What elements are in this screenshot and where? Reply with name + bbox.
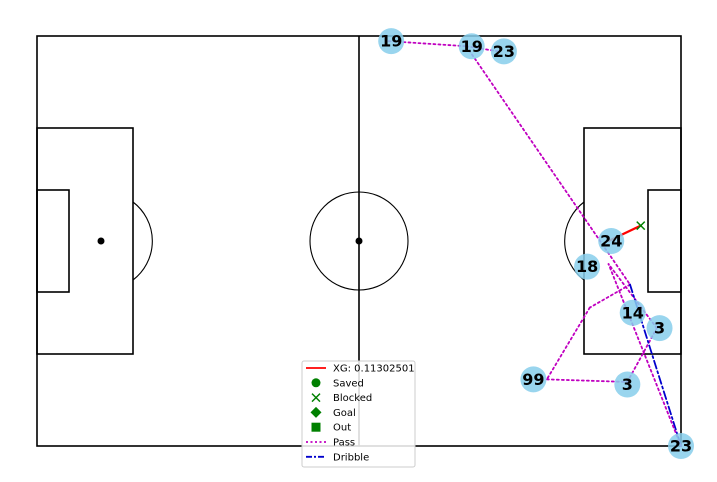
player-label-5: 14 [622, 303, 644, 322]
blocked-marker [636, 221, 646, 231]
legend-label-1: Saved [333, 378, 364, 389]
left-six-yard-box [36, 189, 70, 293]
player-label-1: 19 [461, 37, 483, 56]
player-label-7: 99 [522, 370, 544, 389]
legend-label-0: XG: 0.11302501 [333, 364, 415, 375]
legend-swatch-saved [311, 378, 321, 388]
player-label-9: 23 [670, 437, 692, 456]
left-penalty-spot [97, 237, 105, 245]
left-penalty-area [36, 127, 134, 355]
player-label-2: 23 [493, 42, 515, 61]
legend-label-6: Dribble [333, 452, 369, 463]
player-label-3: 24 [600, 232, 622, 251]
legend-label-3: Goal [333, 408, 356, 419]
right-six-yard-box [647, 189, 682, 293]
legend-label-5: Pass [333, 438, 355, 449]
legend: XG: 0.11302501 Saved Blocked Goal Out Pass Dri… [301, 360, 416, 468]
legend-label-2: Blocked [333, 393, 372, 404]
player-label-6: 3 [654, 319, 665, 338]
legend-swatch-out [311, 422, 321, 432]
player-label-8: 3 [622, 375, 633, 394]
player-label-0: 19 [380, 32, 402, 51]
legend-label-4: Out [333, 423, 351, 434]
shot-outcome [636, 221, 646, 231]
centre-spot [355, 237, 363, 245]
pitch-chart: 19 19 23 2418 14 3 99 3 23 XG: 0.11302501 Saved Bl… [36, 28, 694, 468]
player-label-4: 18 [576, 257, 598, 276]
left-penalty-arc [132, 201, 153, 281]
player-markers: 19 19 23 2418 14 3 99 3 23 [378, 28, 694, 459]
